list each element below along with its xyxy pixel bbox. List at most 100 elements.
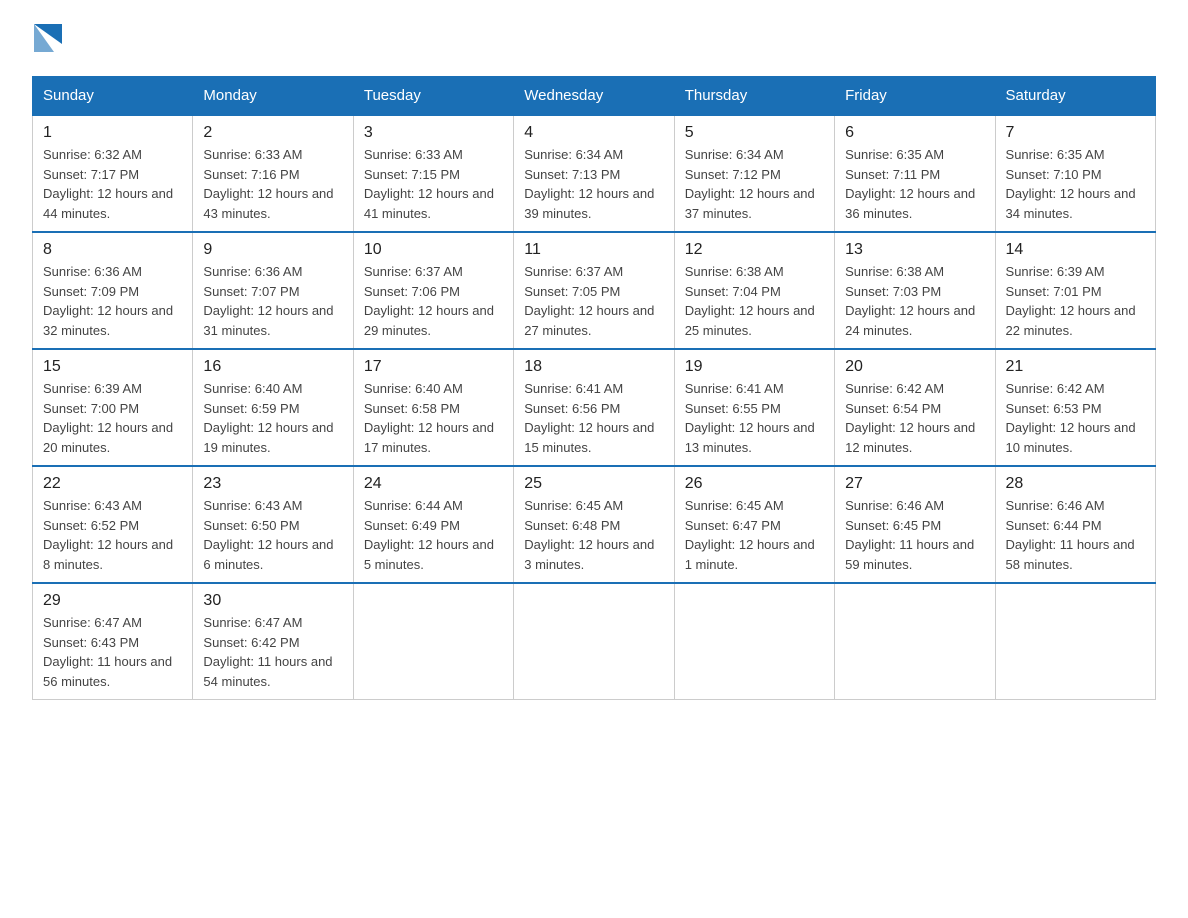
calendar-day-19: 19 Sunrise: 6:41 AMSunset: 6:55 PMDaylig… bbox=[674, 349, 834, 466]
day-info: Sunrise: 6:45 AMSunset: 6:48 PMDaylight:… bbox=[524, 496, 663, 574]
day-number: 3 bbox=[364, 124, 503, 142]
weekday-header-friday: Friday bbox=[835, 77, 995, 116]
day-info: Sunrise: 6:38 AMSunset: 7:03 PMDaylight:… bbox=[845, 262, 984, 340]
day-info: Sunrise: 6:41 AMSunset: 6:55 PMDaylight:… bbox=[685, 379, 824, 457]
day-info: Sunrise: 6:42 AMSunset: 6:53 PMDaylight:… bbox=[1006, 379, 1145, 457]
day-number: 28 bbox=[1006, 475, 1145, 493]
day-info: Sunrise: 6:38 AMSunset: 7:04 PMDaylight:… bbox=[685, 262, 824, 340]
day-info: Sunrise: 6:42 AMSunset: 6:54 PMDaylight:… bbox=[845, 379, 984, 457]
calendar-day-14: 14 Sunrise: 6:39 AMSunset: 7:01 PMDaylig… bbox=[995, 232, 1155, 349]
calendar-week-5: 29 Sunrise: 6:47 AMSunset: 6:43 PMDaylig… bbox=[33, 583, 1156, 700]
day-info: Sunrise: 6:39 AMSunset: 7:00 PMDaylight:… bbox=[43, 379, 182, 457]
day-info: Sunrise: 6:34 AMSunset: 7:12 PMDaylight:… bbox=[685, 145, 824, 223]
calendar-day-30: 30 Sunrise: 6:47 AMSunset: 6:42 PMDaylig… bbox=[193, 583, 353, 700]
calendar-day-25: 25 Sunrise: 6:45 AMSunset: 6:48 PMDaylig… bbox=[514, 466, 674, 583]
calendar-day-21: 21 Sunrise: 6:42 AMSunset: 6:53 PMDaylig… bbox=[995, 349, 1155, 466]
empty-cell bbox=[353, 583, 513, 700]
empty-cell bbox=[674, 583, 834, 700]
day-number: 25 bbox=[524, 475, 663, 493]
day-number: 15 bbox=[43, 358, 182, 376]
day-number: 23 bbox=[203, 475, 342, 493]
day-number: 20 bbox=[845, 358, 984, 376]
calendar-day-27: 27 Sunrise: 6:46 AMSunset: 6:45 PMDaylig… bbox=[835, 466, 995, 583]
day-number: 30 bbox=[203, 592, 342, 610]
calendar-day-20: 20 Sunrise: 6:42 AMSunset: 6:54 PMDaylig… bbox=[835, 349, 995, 466]
empty-cell bbox=[995, 583, 1155, 700]
day-info: Sunrise: 6:45 AMSunset: 6:47 PMDaylight:… bbox=[685, 496, 824, 574]
day-number: 27 bbox=[845, 475, 984, 493]
calendar-day-9: 9 Sunrise: 6:36 AMSunset: 7:07 PMDayligh… bbox=[193, 232, 353, 349]
weekday-header-monday: Monday bbox=[193, 77, 353, 116]
day-number: 4 bbox=[524, 124, 663, 142]
calendar-day-12: 12 Sunrise: 6:38 AMSunset: 7:04 PMDaylig… bbox=[674, 232, 834, 349]
calendar-day-7: 7 Sunrise: 6:35 AMSunset: 7:10 PMDayligh… bbox=[995, 115, 1155, 232]
calendar-day-1: 1 Sunrise: 6:32 AMSunset: 7:17 PMDayligh… bbox=[33, 115, 193, 232]
weekday-header-thursday: Thursday bbox=[674, 77, 834, 116]
calendar-day-23: 23 Sunrise: 6:43 AMSunset: 6:50 PMDaylig… bbox=[193, 466, 353, 583]
day-number: 2 bbox=[203, 124, 342, 142]
calendar-day-2: 2 Sunrise: 6:33 AMSunset: 7:16 PMDayligh… bbox=[193, 115, 353, 232]
day-info: Sunrise: 6:46 AMSunset: 6:45 PMDaylight:… bbox=[845, 496, 984, 574]
day-number: 21 bbox=[1006, 358, 1145, 376]
empty-cell bbox=[514, 583, 674, 700]
day-info: Sunrise: 6:47 AMSunset: 6:42 PMDaylight:… bbox=[203, 613, 342, 691]
day-info: Sunrise: 6:34 AMSunset: 7:13 PMDaylight:… bbox=[524, 145, 663, 223]
day-info: Sunrise: 6:43 AMSunset: 6:50 PMDaylight:… bbox=[203, 496, 342, 574]
calendar-day-18: 18 Sunrise: 6:41 AMSunset: 6:56 PMDaylig… bbox=[514, 349, 674, 466]
calendar-day-24: 24 Sunrise: 6:44 AMSunset: 6:49 PMDaylig… bbox=[353, 466, 513, 583]
day-info: Sunrise: 6:46 AMSunset: 6:44 PMDaylight:… bbox=[1006, 496, 1145, 574]
calendar-day-8: 8 Sunrise: 6:36 AMSunset: 7:09 PMDayligh… bbox=[33, 232, 193, 349]
calendar-day-22: 22 Sunrise: 6:43 AMSunset: 6:52 PMDaylig… bbox=[33, 466, 193, 583]
day-number: 22 bbox=[43, 475, 182, 493]
day-info: Sunrise: 6:39 AMSunset: 7:01 PMDaylight:… bbox=[1006, 262, 1145, 340]
day-info: Sunrise: 6:37 AMSunset: 7:05 PMDaylight:… bbox=[524, 262, 663, 340]
day-number: 17 bbox=[364, 358, 503, 376]
day-info: Sunrise: 6:35 AMSunset: 7:11 PMDaylight:… bbox=[845, 145, 984, 223]
logo-icon bbox=[34, 24, 62, 52]
day-info: Sunrise: 6:32 AMSunset: 7:17 PMDaylight:… bbox=[43, 145, 182, 223]
weekday-header-wednesday: Wednesday bbox=[514, 77, 674, 116]
calendar-day-6: 6 Sunrise: 6:35 AMSunset: 7:11 PMDayligh… bbox=[835, 115, 995, 232]
day-number: 24 bbox=[364, 475, 503, 493]
calendar-day-5: 5 Sunrise: 6:34 AMSunset: 7:12 PMDayligh… bbox=[674, 115, 834, 232]
day-number: 19 bbox=[685, 358, 824, 376]
calendar-week-4: 22 Sunrise: 6:43 AMSunset: 6:52 PMDaylig… bbox=[33, 466, 1156, 583]
calendar-week-1: 1 Sunrise: 6:32 AMSunset: 7:17 PMDayligh… bbox=[33, 115, 1156, 232]
empty-cell bbox=[835, 583, 995, 700]
day-info: Sunrise: 6:37 AMSunset: 7:06 PMDaylight:… bbox=[364, 262, 503, 340]
calendar-day-13: 13 Sunrise: 6:38 AMSunset: 7:03 PMDaylig… bbox=[835, 232, 995, 349]
calendar-day-10: 10 Sunrise: 6:37 AMSunset: 7:06 PMDaylig… bbox=[353, 232, 513, 349]
calendar-day-28: 28 Sunrise: 6:46 AMSunset: 6:44 PMDaylig… bbox=[995, 466, 1155, 583]
day-info: Sunrise: 6:36 AMSunset: 7:09 PMDaylight:… bbox=[43, 262, 182, 340]
day-number: 8 bbox=[43, 241, 182, 259]
weekday-header-row: SundayMondayTuesdayWednesdayThursdayFrid… bbox=[33, 77, 1156, 116]
day-info: Sunrise: 6:33 AMSunset: 7:15 PMDaylight:… bbox=[364, 145, 503, 223]
day-info: Sunrise: 6:35 AMSunset: 7:10 PMDaylight:… bbox=[1006, 145, 1145, 223]
day-number: 5 bbox=[685, 124, 824, 142]
calendar-day-11: 11 Sunrise: 6:37 AMSunset: 7:05 PMDaylig… bbox=[514, 232, 674, 349]
calendar-body: 1 Sunrise: 6:32 AMSunset: 7:17 PMDayligh… bbox=[33, 115, 1156, 700]
day-number: 13 bbox=[845, 241, 984, 259]
calendar-week-2: 8 Sunrise: 6:36 AMSunset: 7:09 PMDayligh… bbox=[33, 232, 1156, 349]
weekday-header-tuesday: Tuesday bbox=[353, 77, 513, 116]
day-number: 11 bbox=[524, 241, 663, 259]
day-info: Sunrise: 6:40 AMSunset: 6:59 PMDaylight:… bbox=[203, 379, 342, 457]
day-number: 1 bbox=[43, 124, 182, 142]
day-number: 16 bbox=[203, 358, 342, 376]
day-info: Sunrise: 6:47 AMSunset: 6:43 PMDaylight:… bbox=[43, 613, 182, 691]
calendar-day-26: 26 Sunrise: 6:45 AMSunset: 6:47 PMDaylig… bbox=[674, 466, 834, 583]
calendar-table: SundayMondayTuesdayWednesdayThursdayFrid… bbox=[32, 76, 1156, 700]
day-number: 12 bbox=[685, 241, 824, 259]
calendar-day-3: 3 Sunrise: 6:33 AMSunset: 7:15 PMDayligh… bbox=[353, 115, 513, 232]
day-number: 6 bbox=[845, 124, 984, 142]
day-number: 26 bbox=[685, 475, 824, 493]
day-number: 18 bbox=[524, 358, 663, 376]
calendar-week-3: 15 Sunrise: 6:39 AMSunset: 7:00 PMDaylig… bbox=[33, 349, 1156, 466]
day-number: 9 bbox=[203, 241, 342, 259]
day-info: Sunrise: 6:33 AMSunset: 7:16 PMDaylight:… bbox=[203, 145, 342, 223]
calendar-header: SundayMondayTuesdayWednesdayThursdayFrid… bbox=[33, 77, 1156, 116]
day-number: 29 bbox=[43, 592, 182, 610]
day-info: Sunrise: 6:41 AMSunset: 6:56 PMDaylight:… bbox=[524, 379, 663, 457]
day-number: 7 bbox=[1006, 124, 1145, 142]
weekday-header-sunday: Sunday bbox=[33, 77, 193, 116]
